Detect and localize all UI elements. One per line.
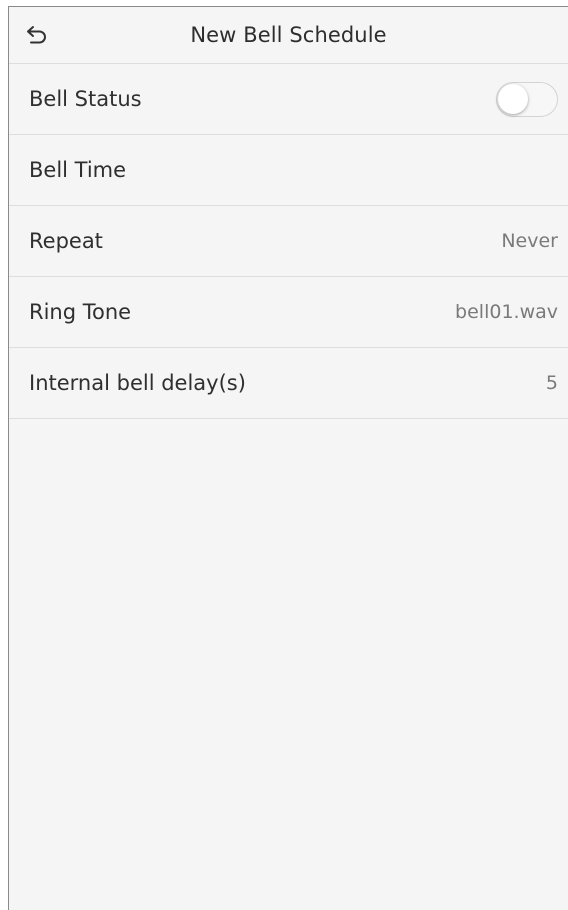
repeat-value: Never	[501, 230, 558, 252]
bell-time-label: Bell Time	[29, 158, 127, 182]
bell-status-toggle[interactable]	[496, 81, 558, 117]
back-button[interactable]	[23, 21, 51, 49]
settings-list: Bell Status Bell Time Repeat Never Ring …	[9, 64, 568, 419]
internal-bell-delay-value: 5	[545, 372, 558, 394]
device-screen: New Bell Schedule Bell Status Bell Time …	[8, 6, 568, 910]
toggle-knob	[498, 83, 528, 114]
header-bar: New Bell Schedule	[9, 7, 568, 64]
setting-row-ring-tone[interactable]: Ring Tone bell01.wav	[9, 277, 568, 348]
ring-tone-label: Ring Tone	[29, 300, 132, 324]
ring-tone-value: bell01.wav	[455, 301, 558, 323]
internal-bell-delay-label: Internal bell delay(s)	[29, 371, 246, 395]
setting-row-bell-status[interactable]: Bell Status	[9, 64, 568, 135]
setting-row-internal-bell-delay[interactable]: Internal bell delay(s) 5	[9, 348, 568, 419]
back-arrow-icon	[27, 26, 46, 44]
setting-row-bell-time[interactable]: Bell Time	[9, 135, 568, 206]
page-title: New Bell Schedule	[190, 23, 387, 47]
setting-row-repeat[interactable]: Repeat Never	[9, 206, 568, 277]
bell-status-label: Bell Status	[29, 87, 142, 111]
repeat-label: Repeat	[29, 229, 103, 253]
